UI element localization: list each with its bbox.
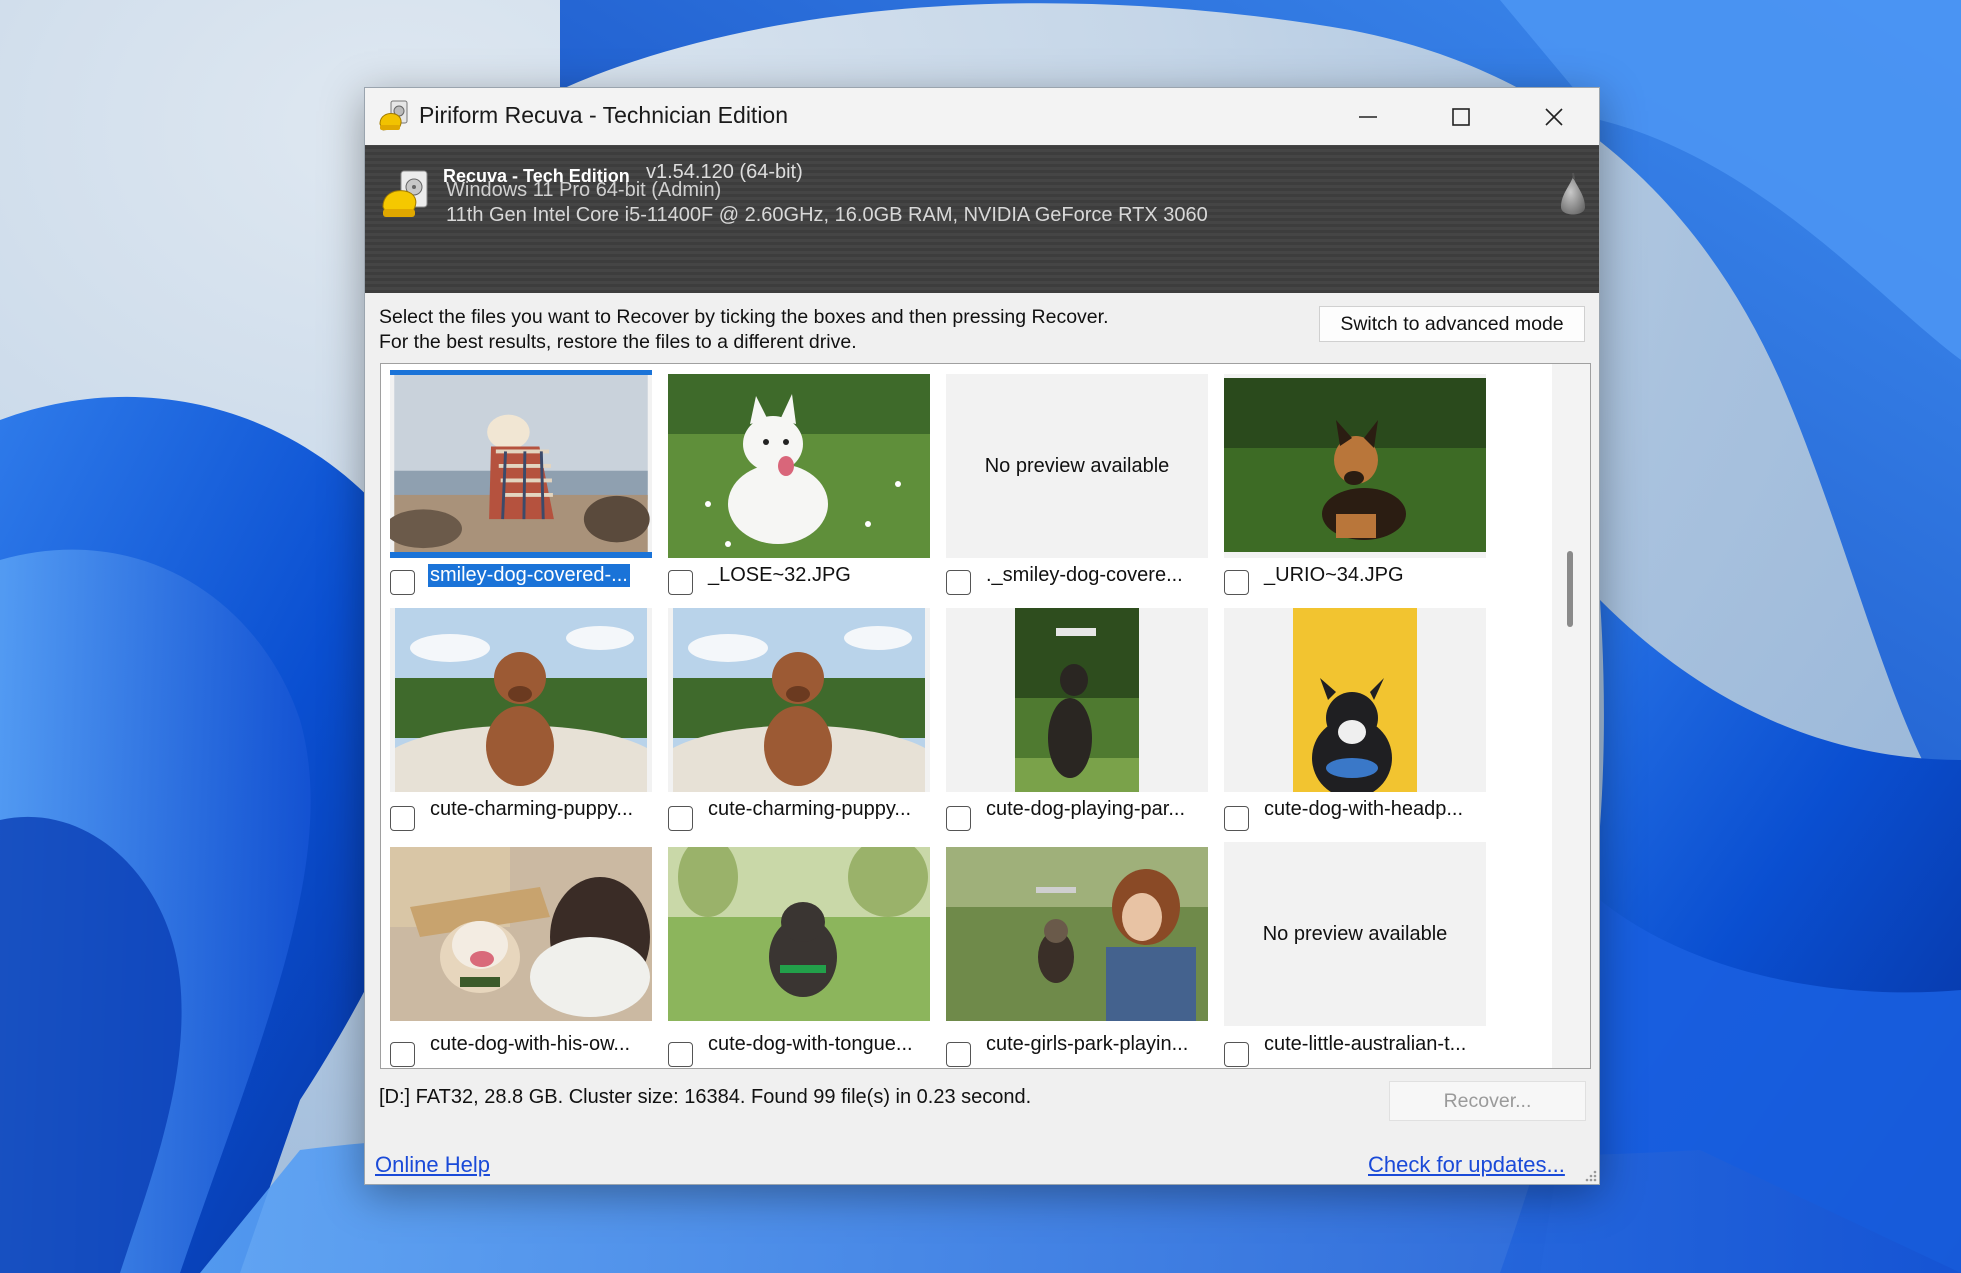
file-thumbnail[interactable]: No preview available <box>1224 842 1486 1026</box>
piriform-pear-icon <box>1561 172 1585 215</box>
file-thumbnail[interactable] <box>1224 374 1486 558</box>
product-header: Windows 11 Pro 64-bit (Admin) Recuva - T… <box>365 145 1599 293</box>
file-tile[interactable]: cute-dog-with-tongue... <box>668 847 930 1067</box>
small-dog-grass-image <box>668 847 930 1021</box>
file-tile[interactable]: cute-dog-with-headp... <box>1224 608 1486 831</box>
file-name[interactable]: ._smiley-dog-covere... <box>986 564 1183 587</box>
file-checkbox[interactable] <box>668 806 693 831</box>
recuva-logo-icon <box>382 170 428 217</box>
file-checkbox[interactable] <box>1224 806 1249 831</box>
dog-headphones-image <box>1224 608 1486 792</box>
scrollbar-thumb[interactable] <box>1567 551 1573 627</box>
file-checkbox[interactable] <box>668 1042 693 1067</box>
no-preview-label: No preview available <box>1262 922 1448 945</box>
file-tile[interactable]: No preview available ._smiley-dog-covere… <box>946 374 1208 595</box>
file-thumbnail[interactable] <box>1224 608 1486 792</box>
file-checkbox[interactable] <box>946 1042 971 1067</box>
file-tile[interactable]: smiley-dog-covered-... <box>390 370 652 595</box>
title-bar[interactable]: Piriform Recuva - Technician Edition <box>365 88 1599 145</box>
file-thumbnail[interactable] <box>668 608 930 792</box>
file-name[interactable]: cute-charming-puppy... <box>430 798 633 821</box>
file-checkbox[interactable] <box>1224 570 1249 595</box>
file-checkbox[interactable] <box>390 1042 415 1067</box>
file-tile[interactable]: No preview available cute-little-austral… <box>1224 842 1486 1067</box>
instructions-line-2: For the best results, restore the files … <box>379 331 857 353</box>
file-thumbnail[interactable] <box>668 374 930 558</box>
selection-indicator <box>390 370 652 375</box>
shepherd-puppy-image <box>1224 374 1486 558</box>
girl-with-dog-image <box>946 847 1208 1021</box>
online-help-link[interactable]: Online Help <box>375 1152 490 1178</box>
file-name[interactable]: cute-charming-puppy... <box>708 798 911 821</box>
file-thumbnail-grid[interactable]: smiley-dog-covered-... _LOSE~32.JPG No p… <box>380 363 1591 1069</box>
white-dog-image <box>668 374 930 558</box>
close-icon <box>1545 107 1563 126</box>
file-thumbnail[interactable] <box>668 847 930 1021</box>
file-thumbnail[interactable] <box>946 608 1208 792</box>
product-name: Recuva - Tech Edition <box>443 166 630 186</box>
file-tile[interactable]: cute-girls-park-playin... <box>946 847 1208 1067</box>
grid-scrollbar[interactable] <box>1552 364 1590 1068</box>
file-thumbnail[interactable] <box>390 374 652 558</box>
file-checkbox[interactable] <box>946 806 971 831</box>
file-name[interactable]: _URIO~34.JPG <box>1264 564 1404 587</box>
minimize-icon <box>1359 115 1377 118</box>
dog-with-owner-image <box>390 847 652 1021</box>
maximize-icon <box>1452 107 1470 126</box>
minimize-button[interactable] <box>1322 88 1414 145</box>
file-checkbox[interactable] <box>390 806 415 831</box>
dog-playing-image <box>946 608 1208 792</box>
resize-grip-icon[interactable] <box>1583 1168 1597 1182</box>
file-name[interactable]: cute-little-australian-t... <box>1264 1033 1466 1056</box>
instructions-line-1: Select the files you want to Recover by … <box>379 306 1109 328</box>
file-tile[interactable]: cute-charming-puppy... <box>668 608 930 831</box>
file-name[interactable]: smiley-dog-covered-... <box>428 564 630 587</box>
file-checkbox[interactable] <box>946 570 971 595</box>
brown-puppy-image <box>390 608 652 792</box>
no-preview-label: No preview available <box>984 454 1170 477</box>
file-name[interactable]: cute-dog-with-his-ow... <box>430 1033 630 1056</box>
scan-status: [D:] FAT32, 28.8 GB. Cluster size: 16384… <box>379 1086 1032 1108</box>
file-name[interactable]: cute-dog-with-headp... <box>1264 798 1463 821</box>
file-checkbox[interactable] <box>668 570 693 595</box>
file-name[interactable]: _LOSE~32.JPG <box>708 564 851 587</box>
file-thumbnail[interactable] <box>390 847 652 1021</box>
file-checkbox[interactable] <box>390 570 415 595</box>
product-version: v1.54.120 (64-bit) <box>646 161 803 183</box>
recuva-app-icon <box>379 100 408 131</box>
file-checkbox[interactable] <box>1224 1042 1249 1067</box>
file-name[interactable]: cute-girls-park-playin... <box>986 1033 1188 1056</box>
file-tile[interactable]: cute-dog-playing-par... <box>946 608 1208 831</box>
file-thumbnail[interactable] <box>390 608 652 792</box>
window-title: Piriform Recuva - Technician Edition <box>419 102 789 128</box>
instructions-text: Select the files you want to Recover by … <box>379 305 1109 355</box>
check-updates-link[interactable]: Check for updates... <box>1368 1152 1565 1178</box>
file-name[interactable]: cute-dog-with-tongue... <box>708 1033 913 1056</box>
switch-advanced-mode-button[interactable]: Switch to advanced mode <box>1319 306 1585 342</box>
recover-button[interactable]: Recover... <box>1389 1081 1586 1121</box>
brown-puppy-image <box>668 608 930 792</box>
file-tile[interactable]: _URIO~34.JPG <box>1224 374 1486 595</box>
close-button[interactable] <box>1508 88 1600 145</box>
file-tile[interactable]: _LOSE~32.JPG <box>668 374 930 595</box>
dog-blanket-image <box>390 374 650 552</box>
file-name[interactable]: cute-dog-playing-par... <box>986 798 1185 821</box>
maximize-button[interactable] <box>1415 88 1507 145</box>
file-thumbnail[interactable]: No preview available <box>946 374 1208 558</box>
hardware-info: 11th Gen Intel Core i5-11400F @ 2.60GHz,… <box>446 204 1208 226</box>
file-tile[interactable]: cute-dog-with-his-ow... <box>390 847 652 1067</box>
file-thumbnail[interactable] <box>946 847 1208 1021</box>
recuva-window: Piriform Recuva - Technician Edition Win… <box>364 87 1600 1185</box>
file-tile[interactable]: cute-charming-puppy... <box>390 608 652 831</box>
